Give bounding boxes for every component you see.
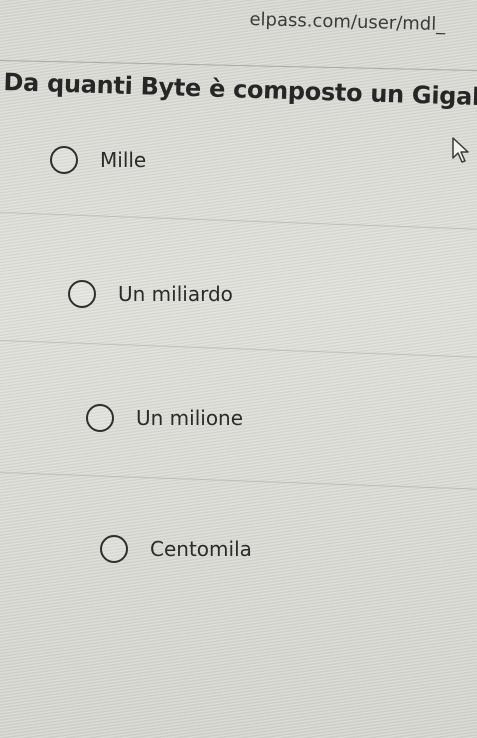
option-divider [0, 340, 477, 358]
option-label: Centomila [150, 537, 252, 561]
option-label: Un milione [136, 406, 244, 430]
radio-unchecked-icon[interactable] [100, 535, 128, 563]
mouse-pointer-icon [452, 137, 469, 163]
question-text: Da quanti Byte è composto un Gigabyte? [3, 68, 477, 114]
option-un-milione[interactable]: Un milione [86, 404, 243, 432]
option-divider [0, 472, 477, 490]
radio-unchecked-icon[interactable] [68, 280, 96, 308]
option-label: Mille [100, 148, 147, 172]
radio-unchecked-icon[interactable] [50, 146, 78, 174]
option-centomila[interactable]: Centomila [100, 535, 252, 563]
radio-unchecked-icon[interactable] [86, 404, 114, 432]
option-un-miliardo[interactable]: Un miliardo [68, 280, 233, 308]
option-divider [0, 212, 477, 230]
url-bar[interactable]: elpass.com/user/mdl_ [249, 0, 477, 46]
option-mille[interactable]: Mille [50, 146, 146, 174]
option-label: Un miliardo [118, 282, 233, 306]
